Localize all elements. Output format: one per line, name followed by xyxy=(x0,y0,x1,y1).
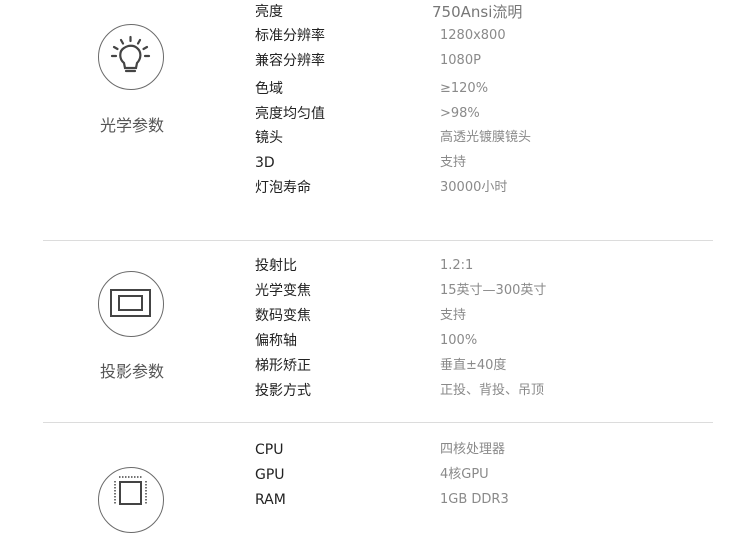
spec-value: 15英寸—300英寸 xyxy=(440,283,547,298)
spec-row: 投影方式 正投、背投、吊顶 xyxy=(0,381,750,401)
spec-row: 亮度 750Ansi流明 xyxy=(0,2,750,22)
spec-value: 1.2:1 xyxy=(440,258,474,273)
spec-label: 数码变焦 xyxy=(255,308,311,324)
spec-row: 标准分辨率 1280x800 xyxy=(0,26,750,46)
spec-row: 亮度均匀值 >98% xyxy=(0,104,750,124)
spec-label: 光学变焦 xyxy=(255,283,311,299)
spec-value: 支持 xyxy=(440,155,467,170)
spec-label: 兼容分辨率 xyxy=(255,53,325,69)
spec-label: 投影方式 xyxy=(255,383,311,399)
spec-row: 光学变焦 15英寸—300英寸 xyxy=(0,281,750,301)
section-divider xyxy=(43,422,713,423)
spec-label: 镜头 xyxy=(255,130,283,146)
spec-row: CPU 四核处理器 xyxy=(0,440,750,460)
spec-label: 3D xyxy=(255,155,275,171)
section-divider xyxy=(43,240,713,241)
spec-row: GPU 4核GPU xyxy=(0,465,750,485)
spec-label: 色域 xyxy=(255,81,283,97)
spec-label: 梯形矫正 xyxy=(255,358,311,374)
spec-row: 兼容分辨率 1080P xyxy=(0,51,750,71)
spec-value: 高透光镀膜镜头 xyxy=(440,130,532,145)
spec-value: >98% xyxy=(440,106,480,121)
spec-value: 垂直±40度 xyxy=(440,358,507,373)
spec-value: 1GB DDR3 xyxy=(440,492,509,507)
spec-value: 100% xyxy=(440,333,478,348)
spec-label: 亮度均匀值 xyxy=(255,106,325,122)
spec-value: 支持 xyxy=(440,308,467,323)
spec-value: ≥120% xyxy=(440,81,489,96)
spec-label: 亮度 xyxy=(255,4,283,20)
spec-row: 偏称轴 100% xyxy=(0,331,750,351)
spec-row: 色域 ≥120% xyxy=(0,79,750,99)
spec-row: 数码变焦 支持 xyxy=(0,306,750,326)
spec-value: 四核处理器 xyxy=(440,442,506,457)
spec-row: 梯形矫正 垂直±40度 xyxy=(0,356,750,376)
spec-value: 正投、背投、吊顶 xyxy=(440,383,545,398)
spec-value: 30000小时 xyxy=(440,180,508,195)
spec-value: 1280x800 xyxy=(440,28,506,43)
spec-row: 投射比 1.2:1 xyxy=(0,256,750,276)
spec-label: 偏称轴 xyxy=(255,333,297,349)
spec-label: 投射比 xyxy=(255,258,297,274)
spec-label: 标准分辨率 xyxy=(255,28,325,44)
spec-value: 1080P xyxy=(440,53,481,68)
spec-value: 4核GPU xyxy=(440,467,489,482)
spec-label: CPU xyxy=(255,442,284,458)
spec-label: GPU xyxy=(255,467,285,483)
spec-label: RAM xyxy=(255,492,286,508)
spec-label: 灯泡寿命 xyxy=(255,180,311,196)
spec-row: 灯泡寿命 30000小时 xyxy=(0,178,750,198)
spec-row: RAM 1GB DDR3 xyxy=(0,490,750,510)
spec-row: 3D 支持 xyxy=(0,153,750,173)
spec-row: 镜头 高透光镀膜镜头 xyxy=(0,128,750,148)
spec-value: 750Ansi流明 xyxy=(432,3,523,21)
